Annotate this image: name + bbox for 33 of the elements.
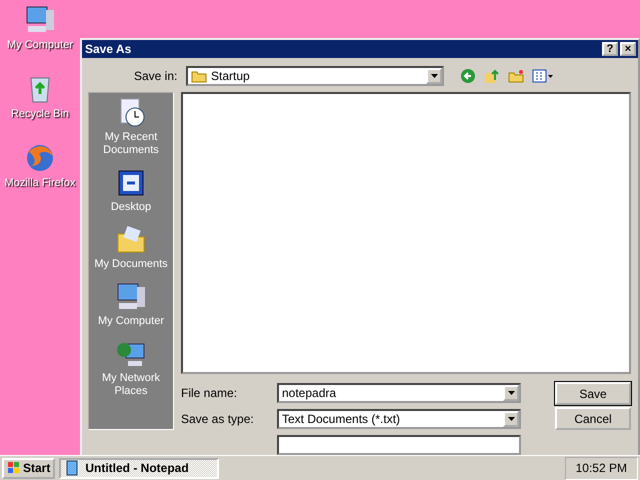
clock: 10:52 PM bbox=[564, 456, 638, 480]
save-as-type-dropdown[interactable]: Text Documents (*.txt) bbox=[277, 409, 521, 429]
save-in-dropdown[interactable]: Startup bbox=[186, 66, 444, 86]
save-as-type-label: Save as type: bbox=[181, 412, 255, 426]
places-item[interactable]: My Network Places bbox=[90, 338, 172, 398]
globe-icon bbox=[24, 142, 56, 174]
view-menu-icon[interactable] bbox=[532, 68, 554, 84]
file-list[interactable] bbox=[181, 92, 631, 374]
help-button[interactable]: ? bbox=[602, 42, 618, 56]
dropdown-button[interactable] bbox=[503, 411, 519, 427]
window-title: Save As bbox=[85, 42, 132, 56]
places-item[interactable]: Desktop bbox=[90, 167, 172, 214]
cancel-button[interactable]: Cancel bbox=[555, 407, 631, 430]
caret-icon bbox=[508, 391, 514, 395]
encoding-dropdown[interactable] bbox=[277, 435, 521, 455]
close-button[interactable]: × bbox=[620, 42, 636, 56]
notepad-icon bbox=[65, 460, 80, 476]
dropdown-button[interactable] bbox=[503, 385, 519, 401]
caret-icon bbox=[508, 417, 514, 421]
folder-icon bbox=[191, 69, 207, 83]
places-item[interactable]: My Computer bbox=[90, 281, 172, 328]
save-in-label: Save in: bbox=[134, 69, 178, 83]
new-folder-icon[interactable] bbox=[508, 68, 524, 84]
dropdown-button[interactable] bbox=[426, 68, 442, 84]
save-button[interactable]: Save bbox=[555, 382, 631, 405]
file-name-label: File name: bbox=[181, 386, 238, 400]
places-item[interactable]: My Recent Documents bbox=[90, 97, 172, 157]
start-button[interactable]: Start bbox=[2, 458, 56, 478]
taskbar-task[interactable]: Untitled - Notepad bbox=[59, 458, 220, 478]
caret-icon bbox=[430, 74, 438, 78]
flag-icon bbox=[7, 461, 21, 475]
file-name-field[interactable]: notepadra bbox=[277, 383, 521, 403]
places-item[interactable]: My Documents bbox=[90, 224, 172, 271]
